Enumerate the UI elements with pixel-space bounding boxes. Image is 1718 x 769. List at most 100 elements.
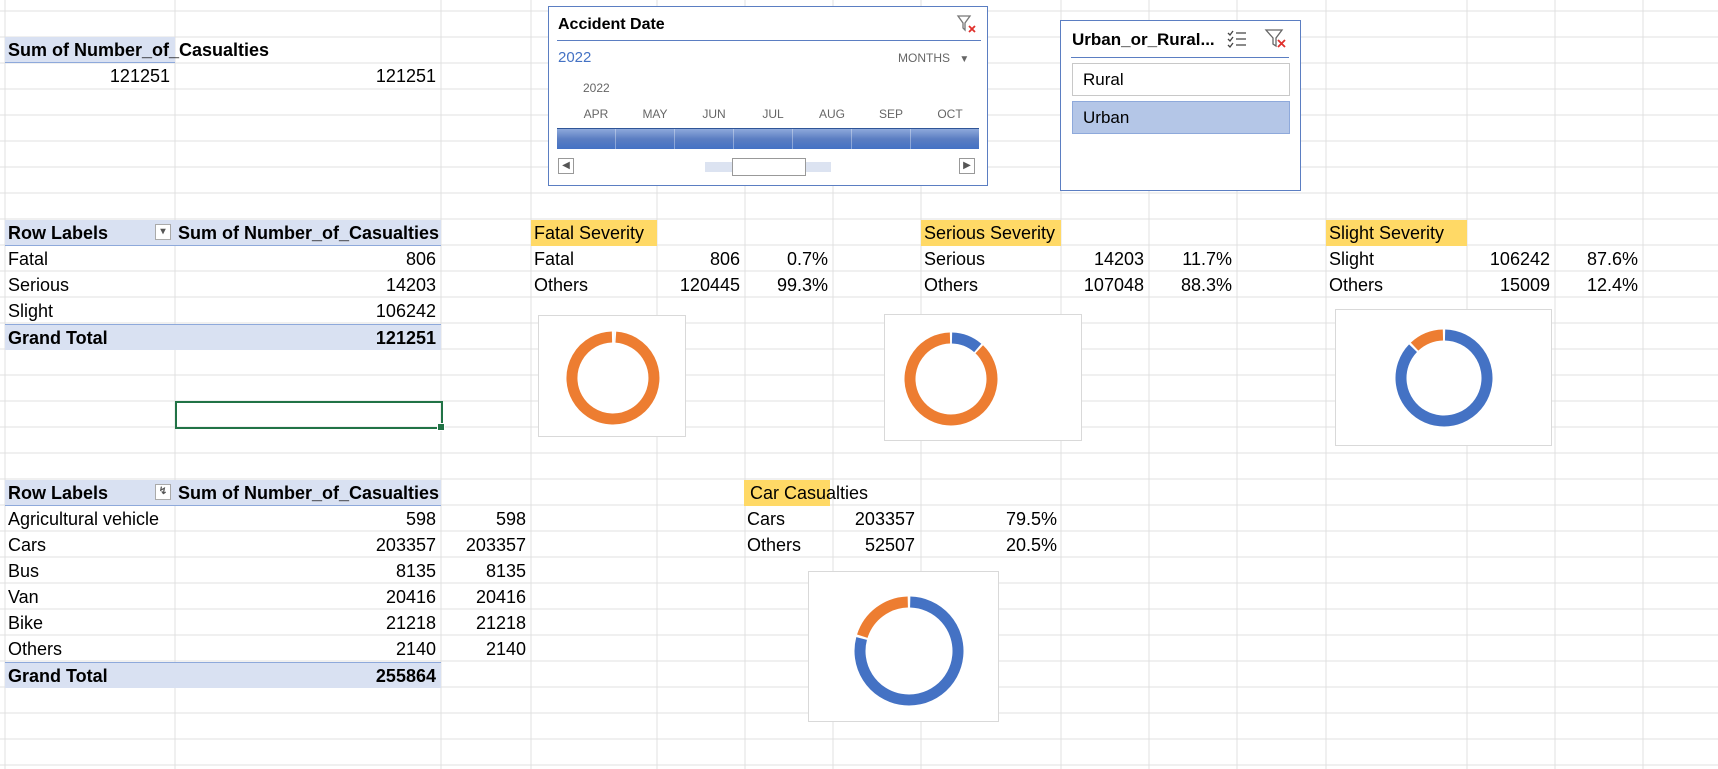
- slight-others-value[interactable]: 15009: [1467, 272, 1555, 298]
- car-donut-chart[interactable]: [808, 571, 999, 722]
- car-row-label[interactable]: Cars: [744, 506, 830, 532]
- severity-grand-total-label[interactable]: Grand Total: [5, 324, 175, 350]
- clear-filter-icon[interactable]: [955, 13, 979, 37]
- vehicle-row-value[interactable]: 20416: [175, 584, 441, 610]
- slight-row-label[interactable]: Slight: [1326, 246, 1467, 272]
- vehicle-row-value[interactable]: 2140: [175, 636, 441, 662]
- vehicle-row-label[interactable]: Others: [5, 636, 175, 662]
- fatal-others-label[interactable]: Others: [531, 272, 657, 298]
- severity-row-label[interactable]: Serious: [5, 272, 175, 298]
- slicer-item-rural[interactable]: Rural: [1072, 63, 1290, 96]
- active-cell-selection[interactable]: [175, 401, 445, 431]
- timeline-year: 2022: [558, 49, 592, 66]
- vehicle-sum-header[interactable]: Sum of Number_of_Casualties: [175, 480, 441, 506]
- timeline-scroll-thumb[interactable]: [732, 158, 806, 176]
- vehicle-row-copy[interactable]: 20416: [441, 584, 531, 610]
- dropdown-arrow-icon[interactable]: ▾: [155, 224, 171, 240]
- scroll-left-icon[interactable]: ◀: [558, 158, 574, 174]
- severity-row-value[interactable]: 806: [175, 246, 441, 272]
- vehicle-row-value[interactable]: 8135: [175, 558, 441, 584]
- vehicle-row-label[interactable]: Bike: [5, 610, 175, 636]
- car-row-pct[interactable]: 79.5%: [920, 506, 1062, 532]
- car-row-value[interactable]: 203357: [830, 506, 920, 532]
- vehicle-grand-total-label[interactable]: Grand Total: [5, 662, 175, 688]
- timeline-month-aug[interactable]: AUG: [807, 107, 857, 121]
- fatal-row-label[interactable]: Fatal: [531, 246, 657, 272]
- slicer-item-urban[interactable]: Urban: [1072, 101, 1290, 134]
- serious-row-label[interactable]: Serious: [921, 246, 1061, 272]
- clear-filter-icon[interactable]: [1264, 27, 1288, 51]
- sum-pivot-value-b[interactable]: 121251: [175, 63, 441, 89]
- fatal-donut-chart[interactable]: [538, 315, 686, 437]
- scroll-right-icon[interactable]: ▶: [959, 158, 975, 174]
- accident-date-timeline[interactable]: Accident Date 2022 MONTHS ▼ 2022 APR MAY J…: [548, 6, 988, 186]
- donut-slice-others[interactable]: [857, 596, 909, 639]
- serious-severity-title[interactable]: Serious Severity: [921, 220, 1061, 246]
- fatal-severity-title[interactable]: Fatal Severity: [531, 220, 657, 246]
- timeline-month-oct[interactable]: OCT: [925, 107, 975, 121]
- slight-severity-title[interactable]: Slight Severity: [1326, 220, 1467, 246]
- sum-pivot-value-a[interactable]: 121251: [5, 63, 175, 89]
- donut-slice-others[interactable]: [904, 332, 998, 426]
- serious-others-pct[interactable]: 88.3%: [1149, 272, 1237, 298]
- serious-donut-chart[interactable]: [884, 314, 1082, 441]
- sum-pivot-header[interactable]: Sum of Number_of_Casualties: [5, 37, 269, 63]
- car-others-label[interactable]: Others: [744, 532, 830, 558]
- vehicle-row-copy[interactable]: 2140: [441, 636, 531, 662]
- fatal-row-value[interactable]: 806: [657, 246, 745, 272]
- vehicle-grand-total-value[interactable]: 255864: [175, 662, 441, 688]
- serious-row-value[interactable]: 14203: [1061, 246, 1149, 272]
- donut-slice-serious[interactable]: [951, 332, 982, 353]
- car-others-value[interactable]: 52507: [830, 532, 920, 558]
- timeline-month-jun[interactable]: JUN: [689, 107, 739, 121]
- timeline-level[interactable]: MONTHS ▼: [898, 51, 969, 65]
- timeline-month-sep[interactable]: SEP: [866, 107, 916, 121]
- urban-rural-slicer[interactable]: Urban_or_Rural... Rural Urban: [1060, 20, 1301, 191]
- timeline-month-may[interactable]: MAY: [630, 107, 680, 121]
- vehicle-row-label[interactable]: Van: [5, 584, 175, 610]
- dropdown-arrow-icon[interactable]: ▼: [959, 54, 969, 65]
- car-others-pct[interactable]: 20.5%: [920, 532, 1062, 558]
- vehicle-row-label[interactable]: Bus: [5, 558, 175, 584]
- slight-others-pct[interactable]: 12.4%: [1555, 272, 1643, 298]
- donut-slice-others[interactable]: [566, 331, 660, 425]
- serious-row-pct[interactable]: 11.7%: [1149, 246, 1237, 272]
- multi-select-icon[interactable]: [1225, 27, 1249, 51]
- car-casualties-title[interactable]: Car Casualties: [744, 480, 924, 506]
- severity-row-label[interactable]: Fatal: [5, 246, 175, 272]
- vehicle-row-copy[interactable]: 21218: [441, 610, 531, 636]
- slight-row-pct[interactable]: 87.6%: [1555, 246, 1643, 272]
- serious-donut-svg: [904, 332, 998, 426]
- vehicle-row-value[interactable]: 598: [175, 506, 441, 532]
- vehicle-row-value[interactable]: 21218: [175, 610, 441, 636]
- timeline-period-bar[interactable]: [557, 128, 979, 149]
- severity-row-label[interactable]: Slight: [5, 298, 175, 324]
- fatal-others-pct[interactable]: 99.3%: [745, 272, 833, 298]
- month-divider: [615, 129, 616, 149]
- timeline-month-apr[interactable]: APR: [571, 107, 621, 121]
- severity-row-value[interactable]: 14203: [175, 272, 441, 298]
- vehicle-row-value[interactable]: 203357: [175, 532, 441, 558]
- severity-row-labels-header[interactable]: Row Labels ▾: [5, 220, 175, 246]
- vehicle-row-label[interactable]: Cars: [5, 532, 175, 558]
- vehicle-row-copy[interactable]: 598: [441, 506, 531, 532]
- vehicle-row-label[interactable]: Agricultural vehicle: [5, 506, 175, 532]
- slight-row-value[interactable]: 106242: [1467, 246, 1555, 272]
- slight-others-label[interactable]: Others: [1326, 272, 1467, 298]
- serious-others-value[interactable]: 107048: [1061, 272, 1149, 298]
- severity-sum-header[interactable]: Sum of Number_of_Casualties: [175, 220, 441, 246]
- donut-slice-slight[interactable]: [1395, 329, 1493, 427]
- donut-slice-others[interactable]: [1410, 329, 1444, 351]
- timeline-month-jul[interactable]: JUL: [748, 107, 798, 121]
- serious-others-label[interactable]: Others: [921, 272, 1061, 298]
- vehicle-row-labels-header[interactable]: Row Labels ↯: [5, 480, 175, 506]
- severity-row-value[interactable]: 106242: [175, 298, 441, 324]
- severity-grand-total-value[interactable]: 121251: [175, 324, 441, 350]
- fatal-others-value[interactable]: 120445: [657, 272, 745, 298]
- vehicle-row-copy[interactable]: 203357: [441, 532, 531, 558]
- vehicle-row-copy[interactable]: 8135: [441, 558, 531, 584]
- filter-dropdown-icon[interactable]: ↯: [155, 484, 171, 500]
- slight-donut-svg: [1395, 329, 1493, 427]
- fatal-row-pct[interactable]: 0.7%: [745, 246, 833, 272]
- slight-donut-chart[interactable]: [1335, 309, 1552, 446]
